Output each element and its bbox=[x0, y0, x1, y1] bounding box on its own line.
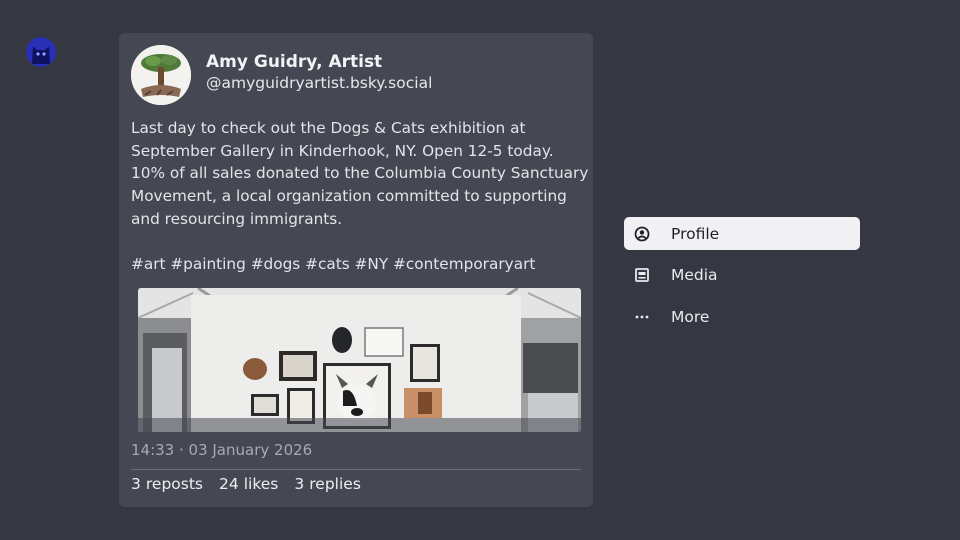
reposts-label: reposts bbox=[145, 475, 203, 493]
menu-item-label: Media bbox=[671, 266, 718, 284]
post-text-line: 10% of all sales donated to the Columbia… bbox=[131, 164, 589, 183]
post-text-line: and resourcing immigrants. bbox=[131, 209, 343, 228]
more-icon bbox=[634, 309, 650, 325]
side-menu: Profile Media More bbox=[624, 217, 860, 342]
post-text-line: September Gallery in Kinderhook, NY. Ope… bbox=[131, 141, 554, 160]
app-user-avatar[interactable] bbox=[26, 37, 56, 67]
menu-item-label: More bbox=[671, 307, 710, 326]
divider bbox=[131, 469, 581, 470]
post-timestamp: 14:33 · 03 January 2026 bbox=[131, 441, 313, 459]
post-stats: 3 reposts 24 likes 3 replies bbox=[131, 475, 361, 493]
reposts-count: 3 bbox=[131, 475, 141, 493]
menu-item-profile[interactable]: Profile bbox=[624, 217, 860, 250]
menu-item-media[interactable]: Media bbox=[624, 259, 860, 292]
post-text-line: Movement, a local organization committed… bbox=[131, 187, 567, 206]
replies-stat[interactable]: 3 replies bbox=[294, 475, 361, 493]
reposts-stat[interactable]: 3 reposts bbox=[131, 475, 203, 493]
tree-painting-icon bbox=[131, 45, 191, 105]
likes-count: 24 bbox=[219, 475, 239, 493]
post-body: Last day to check out the Dogs & Cats ex… bbox=[131, 117, 589, 276]
post-image[interactable] bbox=[138, 288, 581, 432]
menu-item-more[interactable]: More bbox=[624, 300, 860, 333]
post-hashtags[interactable]: #art #painting #dogs #cats #NY #contempo… bbox=[131, 253, 587, 276]
menu-item-label: Profile bbox=[671, 224, 720, 243]
author-handle[interactable]: @amyguidryartist.bsky.social bbox=[206, 74, 432, 92]
post-text-line: Last day to check out the Dogs & Cats ex… bbox=[131, 119, 526, 137]
profile-icon bbox=[634, 226, 650, 242]
cat-avatar-icon bbox=[26, 37, 56, 67]
replies-count: 3 bbox=[294, 475, 305, 493]
likes-stat[interactable]: 24 likes bbox=[219, 475, 278, 493]
likes-label: likes bbox=[243, 475, 279, 493]
replies-label: replies bbox=[309, 475, 361, 493]
author-avatar[interactable] bbox=[131, 45, 191, 105]
author-name[interactable]: Amy Guidry, Artist bbox=[206, 52, 382, 72]
gallery-photo bbox=[138, 288, 581, 432]
media-icon bbox=[634, 267, 650, 283]
post-card[interactable]: Amy Guidry, Artist @amyguidryartist.bsky… bbox=[119, 33, 593, 507]
